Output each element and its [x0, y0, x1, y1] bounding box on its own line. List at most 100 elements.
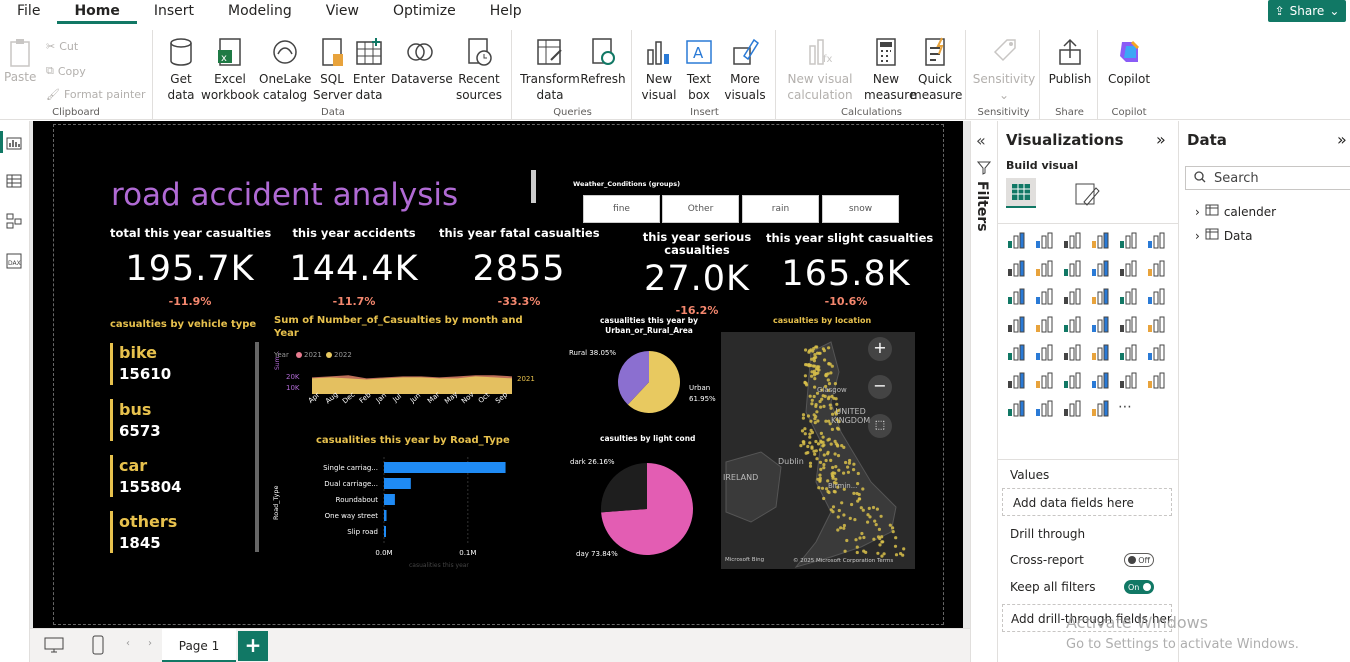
line-clustered-visual-icon[interactable] — [1146, 259, 1166, 277]
paginated-visual-icon[interactable] — [1118, 371, 1138, 389]
matrix-visual-icon[interactable] — [1090, 343, 1110, 361]
multi-row-card-visual-icon[interactable] — [1146, 315, 1166, 333]
power-automate-visual-icon[interactable] — [1034, 399, 1054, 417]
area-legend-2021[interactable]: 2021 — [304, 351, 322, 359]
waterfall-visual-icon[interactable] — [1006, 287, 1026, 305]
bar-0[interactable] — [384, 462, 506, 473]
decomposition-visual-icon[interactable] — [1034, 371, 1054, 389]
scatter-visual-icon[interactable] — [1062, 287, 1082, 305]
goals-visual-icon[interactable] — [1146, 371, 1166, 389]
zoom-in-button[interactable]: + — [868, 337, 892, 361]
bar-2[interactable] — [384, 494, 395, 505]
menu-view[interactable]: View — [309, 0, 376, 24]
page-tab-1[interactable]: Page 1 — [162, 629, 236, 662]
collapse-data-icon[interactable]: » — [1337, 130, 1347, 149]
stacked-bar-visual-icon[interactable] — [1006, 231, 1026, 249]
cut-button[interactable]: ✂ Cut — [46, 40, 78, 53]
keep-filters-toggle[interactable]: On — [1124, 580, 1154, 594]
100-bar-visual-icon[interactable] — [1118, 231, 1138, 249]
build-visual-tab[interactable] — [1006, 178, 1036, 208]
menu-optimize[interactable]: Optimize — [376, 0, 473, 24]
format-painter-button[interactable]: 🖌 Format painter — [46, 88, 146, 101]
onelake-button[interactable]: OneLake catalog — [259, 36, 311, 103]
sql-server-button[interactable]: SQL Server — [313, 36, 352, 103]
clustered-bar-visual-icon[interactable] — [1062, 231, 1082, 249]
dax-query-view-icon[interactable]: DAX — [6, 253, 22, 269]
desktop-layout-icon[interactable] — [44, 637, 64, 653]
bar-3[interactable] — [384, 510, 387, 521]
line-column-visual-icon[interactable] — [1118, 259, 1138, 277]
pie-visual-icon[interactable] — [1090, 287, 1110, 305]
table-data[interactable]: › Data — [1195, 228, 1252, 243]
area-legend-2022[interactable]: 2022 — [334, 351, 352, 359]
card-visual-icon[interactable] — [1118, 315, 1138, 333]
expand-filters-icon[interactable]: « — [976, 131, 986, 150]
more-visual-icon[interactable]: ⋯ — [1118, 399, 1138, 417]
gauge-visual-icon[interactable] — [1090, 315, 1110, 333]
values-dropzone[interactable]: Add data fields here — [1002, 488, 1172, 516]
quick-measure-button[interactable]: Quick measure — [910, 36, 962, 103]
table-visual-icon[interactable] — [1062, 343, 1082, 361]
r-visual-visual-icon[interactable] — [1118, 343, 1138, 361]
model-view-icon[interactable] — [6, 213, 22, 229]
new-visual-button[interactable]: New visual — [640, 36, 678, 103]
copy-button[interactable]: ⧉ Copy — [46, 64, 86, 78]
cross-report-toggle[interactable]: Off — [1124, 553, 1154, 567]
ribbon-visual-icon[interactable] — [1090, 259, 1110, 277]
line-visual-icon[interactable] — [1006, 259, 1026, 277]
mobile-layout-icon[interactable] — [92, 635, 104, 655]
sensitivity-button[interactable]: Sensitivity ⌄ — [972, 36, 1036, 103]
share-button[interactable]: ⇪ Share ⌄ — [1268, 0, 1346, 22]
funnel-visual-icon[interactable] — [1034, 287, 1054, 305]
key-influencers-visual-icon[interactable] — [1006, 371, 1026, 389]
table-calender[interactable]: › calender — [1195, 204, 1276, 219]
new-measure-button[interactable]: New measure — [864, 36, 916, 103]
paste-button[interactable]: Paste — [4, 36, 36, 85]
azure-map-visual-icon[interactable] — [1062, 315, 1082, 333]
enter-data-button[interactable]: Enter data — [351, 36, 387, 103]
clustered-column-visual-icon[interactable] — [1090, 231, 1110, 249]
map-attribution[interactable]: © 2025 Microsoft Corporation Terms — [793, 558, 893, 564]
menu-home[interactable]: Home — [57, 0, 137, 24]
pie-urban-plot[interactable] — [617, 350, 681, 414]
new-visual-calculation-button[interactable]: fx New visual calculation — [784, 36, 856, 103]
qa-visual-icon[interactable] — [1062, 371, 1082, 389]
excel-button[interactable]: x Excel workbook — [201, 36, 259, 103]
slicer-option-other[interactable]: Other — [662, 195, 739, 223]
filters-label[interactable]: Filters — [974, 181, 990, 232]
add-page-button[interactable]: + — [238, 631, 268, 661]
100-column-visual-icon[interactable] — [1146, 231, 1166, 249]
next-page-icon[interactable]: › — [148, 638, 152, 649]
more-visuals-button[interactable]: More visuals — [720, 36, 770, 103]
smart-narrative-visual-icon[interactable] — [1090, 371, 1110, 389]
menu-modeling[interactable]: Modeling — [211, 0, 309, 24]
narrative-visual-icon[interactable] — [1062, 399, 1082, 417]
transform-data-button[interactable]: Transform data — [520, 36, 580, 103]
treemap-visual-icon[interactable] — [1146, 287, 1166, 305]
vehicle-scrollbar[interactable] — [255, 342, 259, 552]
copilot-button[interactable]: Copilot — [1104, 36, 1154, 87]
table-view-icon[interactable] — [6, 173, 22, 189]
slicer-option-snow[interactable]: snow — [822, 195, 899, 223]
menu-file[interactable]: File — [0, 0, 57, 24]
refresh-button[interactable]: Refresh — [580, 36, 626, 87]
bar-1[interactable] — [384, 478, 411, 489]
menu-help[interactable]: Help — [473, 0, 539, 24]
recent-sources-button[interactable]: Recent sources — [453, 36, 505, 103]
power-apps-visual-icon[interactable] — [1006, 399, 1026, 417]
report-view-icon[interactable] — [6, 135, 22, 151]
publish-button[interactable]: Publish — [1046, 36, 1094, 87]
python-visual-icon[interactable] — [1146, 343, 1166, 361]
pie-light-plot[interactable] — [600, 462, 694, 556]
area-visual-icon[interactable] — [1034, 259, 1054, 277]
text-box-button[interactable]: A Text box — [680, 36, 718, 103]
select-area-icon[interactable]: ⬚ — [868, 414, 892, 438]
pie-slice-dark[interactable] — [601, 463, 647, 513]
prev-page-icon[interactable]: ‹ — [126, 638, 130, 649]
arcgis-visual-icon[interactable] — [1090, 399, 1110, 417]
slicer-option-rain[interactable]: rain — [742, 195, 819, 223]
format-visual-tab[interactable] — [1072, 180, 1102, 208]
bar-chart-plot[interactable]: 0.0M 0.1M Single carriag... Dual carriage..… — [282, 457, 532, 562]
map-visual-icon[interactable] — [1006, 315, 1026, 333]
dataverse-button[interactable]: Dataverse — [391, 36, 453, 87]
